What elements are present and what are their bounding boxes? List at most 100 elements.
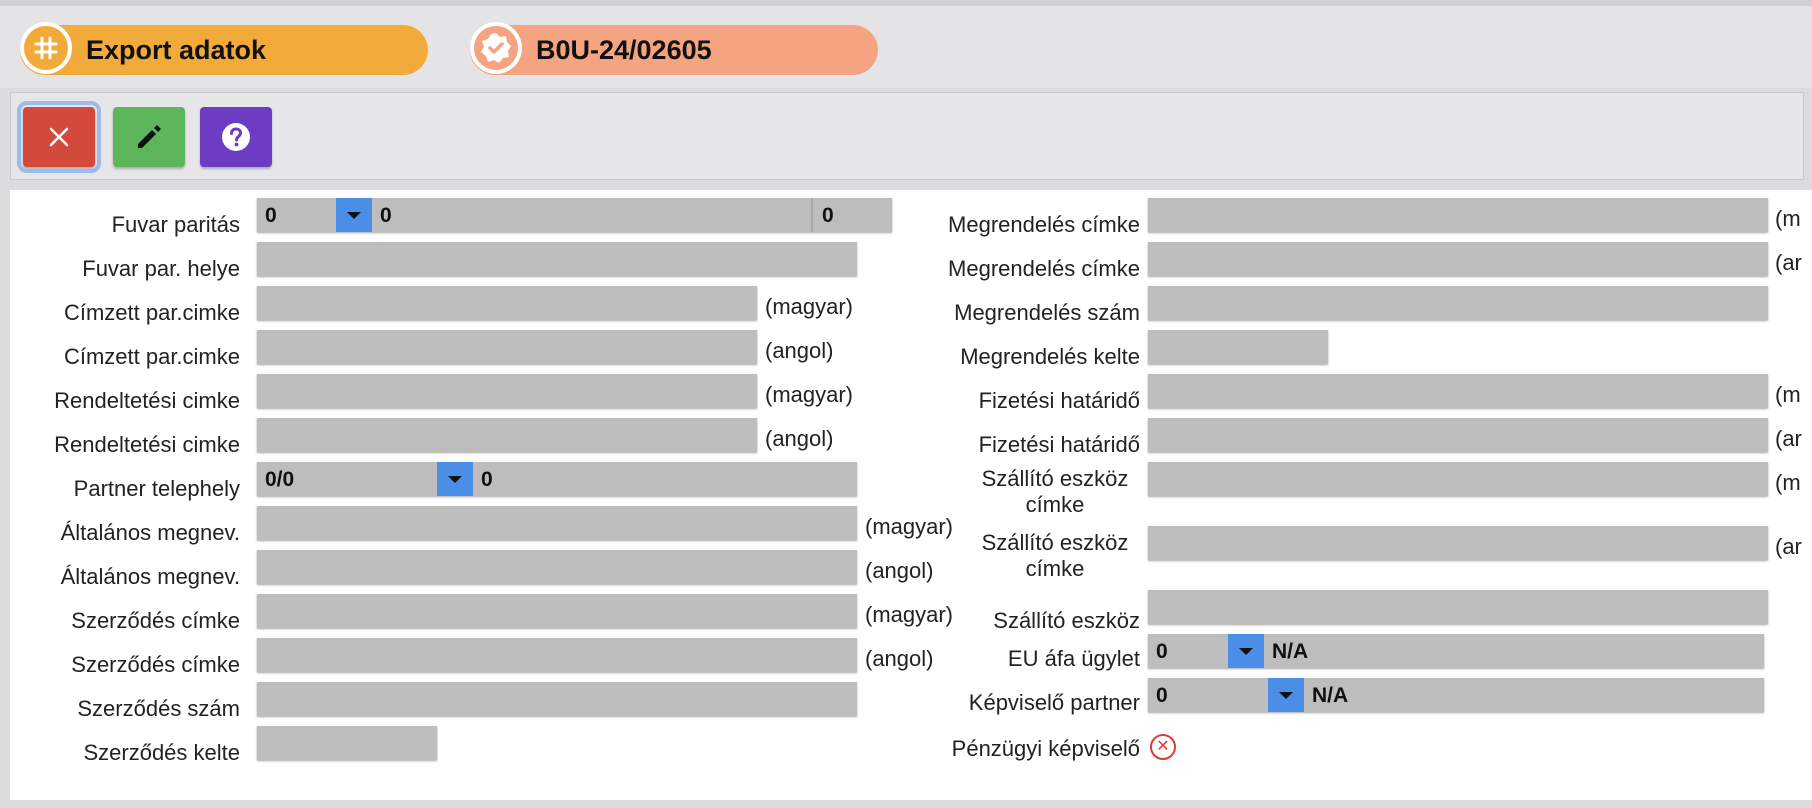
kepviselo-partner-code: 0 <box>1156 684 1168 707</box>
rendeltetesi-hu-field[interactable] <box>257 374 757 408</box>
szallito-cimke-en-lang: (ar <box>1775 534 1802 559</box>
megrendeles-kelte-value <box>1148 330 1156 364</box>
szerzodes-kelte-field[interactable] <box>257 726 437 760</box>
megrendeles-szam-field[interactable] <box>1148 286 1768 320</box>
rendeltetesi-en-lang: (angol) <box>765 426 834 451</box>
megrendeles-cimke-hu-field[interactable] <box>1148 198 1768 232</box>
szerzodes-cimke-en-value <box>257 638 265 672</box>
fuvar-paritas-field[interactable]: 0 0 0 <box>257 198 892 232</box>
rendeltetesi-en-value <box>257 418 265 452</box>
megrendeles-cimke-en-field[interactable] <box>1148 242 1768 276</box>
label-line: címke <box>1025 492 1085 517</box>
fizetesi-en-label: Fizetési határidő <box>978 432 1140 457</box>
altalanos-hu-field[interactable] <box>257 506 857 540</box>
megrendeles-cimke-hu-lang: (m <box>1775 206 1801 231</box>
megrendeles-szam-value <box>1148 286 1156 320</box>
megrendeles-kelte-field[interactable] <box>1148 330 1328 364</box>
fuvar-paritas-dropdown[interactable] <box>336 198 372 232</box>
fizetesi-hu-field[interactable] <box>1148 374 1768 408</box>
cimzett-hu-field[interactable] <box>257 286 757 320</box>
szerzodes-kelte-label: Szerződés kelte <box>83 740 240 765</box>
close-button[interactable] <box>17 101 101 173</box>
szerzodes-cimke-hu-field[interactable] <box>257 594 857 628</box>
altalanos-en-label: Általános megnev. <box>60 564 240 589</box>
fuvar-par-helye-field[interactable] <box>257 242 857 276</box>
tab-icon-holder <box>20 22 72 74</box>
eu-afa-dropdown[interactable] <box>1228 634 1264 668</box>
label-line: Szállító eszköz <box>981 530 1129 555</box>
megrendeles-cimke-hu-label: Megrendelés címke <box>948 212 1140 237</box>
partner-telephely-text: 0 <box>481 468 493 491</box>
szallito-eszkoz-field[interactable] <box>1148 590 1768 624</box>
kepviselo-partner-field[interactable]: 0 N/A <box>1148 678 1764 712</box>
altalanos-en-field[interactable] <box>257 550 857 584</box>
tab-document[interactable]: B0U-24/02605 <box>470 22 878 75</box>
tab-bar: Export adatok B0U-24/02605 <box>0 0 1812 88</box>
cimzett-en-field[interactable] <box>257 330 757 364</box>
szallito-cimke-hu-lang: (m <box>1775 470 1801 495</box>
pencil-icon <box>138 125 161 148</box>
edit-button[interactable] <box>113 107 185 167</box>
megrendeles-cimke-en-value <box>1148 242 1156 276</box>
chevron-down-icon <box>1239 647 1253 655</box>
fizetesi-hu-value <box>1148 374 1156 408</box>
megrendeles-kelte-label: Megrendelés kelte <box>960 344 1140 369</box>
cimzett-hu-value <box>257 286 265 320</box>
cimzett-hu-label: Címzett par.cimke <box>63 300 240 325</box>
szallito-cimke-en-field[interactable] <box>1148 526 1768 560</box>
rendeltetesi-en-field[interactable] <box>257 418 757 452</box>
eu-afa-code: 0 <box>1156 640 1168 663</box>
fizetesi-en-value <box>1148 418 1156 452</box>
megrendeles-cimke-en-lang: (ar <box>1775 250 1802 275</box>
fuvar-par-helye-value <box>257 242 265 276</box>
cimzett-en-label: Címzett par.cimke <box>63 344 240 369</box>
fuvar-paritas-extra: 0 <box>822 204 834 227</box>
szerzodes-szam-label: Szerződés szám <box>77 696 240 721</box>
partner-telephely-field[interactable]: 0/0 0 <box>257 462 857 496</box>
field-separator <box>811 198 813 232</box>
szerzodes-szam-field[interactable] <box>257 682 857 716</box>
partner-telephely-code: 0/0 <box>265 468 295 491</box>
szallito-cimke-en-label: Szállító eszköz címke <box>890 530 1140 582</box>
check-badge-icon <box>474 26 518 70</box>
eu-afa-field[interactable]: 0 N/A <box>1148 634 1764 668</box>
window-top-edge <box>0 0 1812 6</box>
chevron-down-icon <box>448 475 462 483</box>
chevron-down-icon <box>1279 691 1293 699</box>
szerzodes-cimke-en-field[interactable] <box>257 638 857 672</box>
error-circle-icon[interactable]: ✕ <box>1150 734 1176 760</box>
cimzett-en-value <box>257 330 265 364</box>
tab-label: Export adatok <box>86 34 267 65</box>
szerzodes-cimke-hu-value <box>257 594 265 628</box>
partner-telephely-dropdown[interactable] <box>437 462 473 496</box>
rendeltetesi-hu-lang: (magyar) <box>765 382 854 407</box>
megrendeles-cimke-hu-value <box>1148 198 1156 232</box>
fuvar-paritas-label: Fuvar paritás <box>111 212 240 237</box>
szallito-cimke-hu-value <box>1148 462 1156 496</box>
szallito-cimke-hu-label: Szállító eszköz címke <box>890 466 1140 518</box>
megrendeles-szam-label: Megrendelés szám <box>954 300 1140 325</box>
fizetesi-hu-lang: (m <box>1775 382 1801 407</box>
altalanos-hu-label: Általános megnev. <box>60 520 240 545</box>
kepviselo-partner-text: N/A <box>1312 684 1349 707</box>
fizetesi-en-field[interactable] <box>1148 418 1768 452</box>
tab-icon-holder <box>470 22 522 74</box>
fuvar-paritas-text: 0 <box>380 204 392 227</box>
help-icon <box>222 123 250 151</box>
cimzett-hu-lang: (magyar) <box>765 294 854 319</box>
tab-label: B0U-24/02605 <box>536 34 712 65</box>
chevron-down-icon <box>347 211 361 219</box>
szallito-cimke-hu-field[interactable] <box>1148 462 1768 496</box>
toolbar <box>10 92 1804 180</box>
szerzodes-kelte-value <box>257 726 265 760</box>
fuvar-par-helye-label: Fuvar par. helye <box>82 256 240 281</box>
cimzett-en-lang: (angol) <box>765 338 834 363</box>
fuvar-paritas-code: 0 <box>265 204 277 227</box>
rendeltetesi-hu-label: Rendeltetési cimke <box>54 388 240 413</box>
eu-afa-text: N/A <box>1272 640 1309 663</box>
help-button[interactable] <box>200 107 272 167</box>
kepviselo-partner-dropdown[interactable] <box>1268 678 1304 712</box>
szallito-eszkoz-label: Szállító eszköz <box>993 608 1140 633</box>
tab-export-adatok[interactable]: Export adatok <box>20 22 428 75</box>
szallito-cimke-en-value <box>1148 526 1156 560</box>
